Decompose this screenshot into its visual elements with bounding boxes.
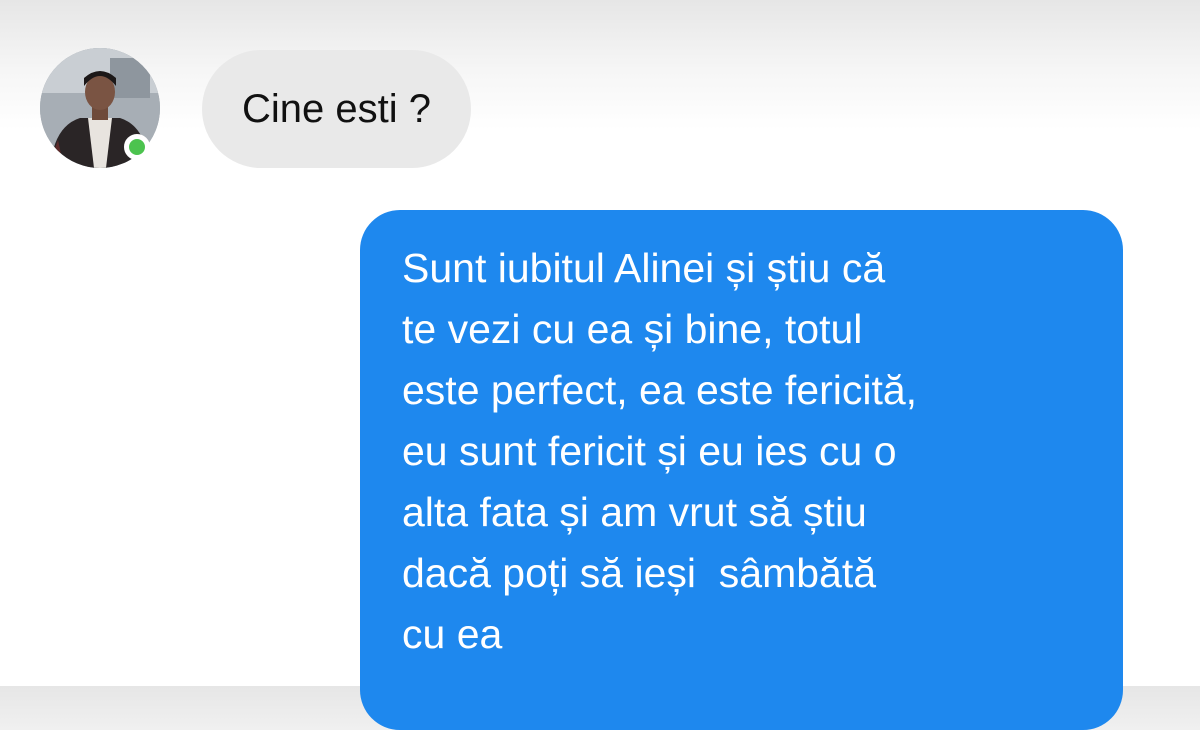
message-line: Sunt iubitul Alinei și știu că: [402, 245, 886, 291]
message-line: alta fata și am vrut să știu: [402, 489, 867, 535]
outgoing-message-bubble[interactable]: Sunt iubitul Alinei și știu că te vezi c…: [360, 210, 1123, 730]
message-line: este perfect, ea este fericită,: [402, 367, 918, 413]
message-line: dacă poți să ieși sâmbătă: [402, 550, 877, 596]
message-line: cu ea: [402, 611, 503, 657]
online-status-indicator: [124, 134, 150, 160]
message-line: te vezi cu ea și bine, totul: [402, 306, 863, 352]
message-line: eu sunt fericit și eu ies cu o: [402, 428, 897, 474]
incoming-message-bubble[interactable]: Cine esti ?: [202, 50, 471, 168]
chat-thread: Cine esti ? Sunt iubitul Alinei și știu …: [0, 0, 1200, 730]
